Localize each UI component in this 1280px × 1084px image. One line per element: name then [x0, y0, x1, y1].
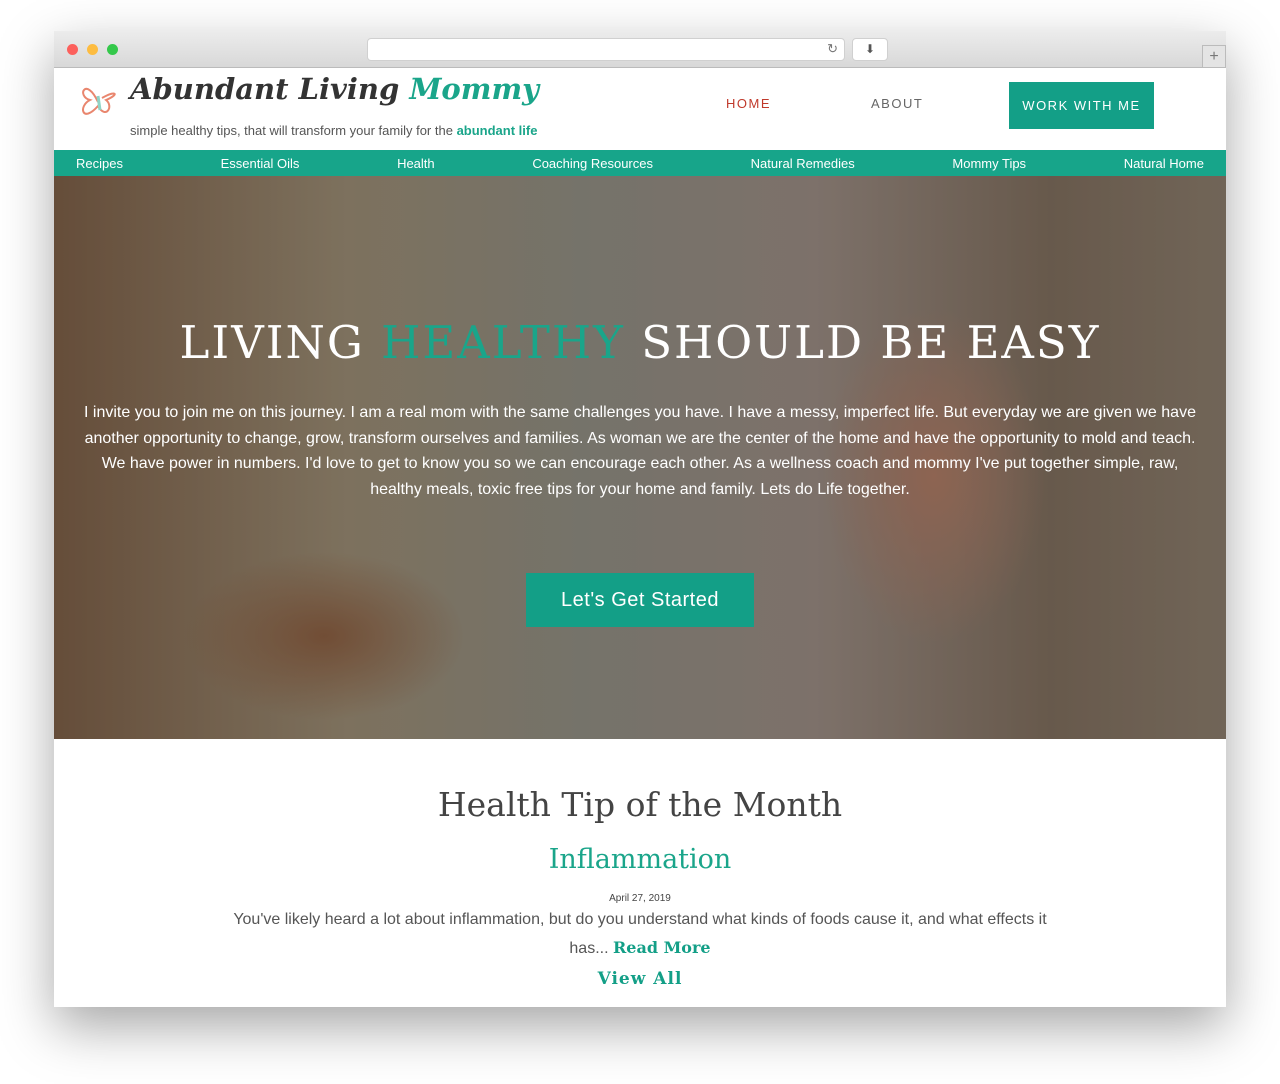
menu-item-natural-remedies[interactable]: Natural Remedies [751, 156, 855, 171]
menu-item-mommy-tips[interactable]: Mommy Tips [952, 156, 1026, 171]
nav-about[interactable]: ABOUT [871, 96, 923, 111]
nav-home[interactable]: HOME [726, 96, 771, 111]
site-logo[interactable]: Abundant Living Mommy [130, 72, 539, 106]
post-date: April 27, 2019 [609, 893, 671, 904]
browser-toolbar: ↻ ⬇ + [54, 31, 1226, 68]
hero-title: LIVING HEALTHY SHOULD BE EASY [54, 316, 1226, 369]
hero-title-part: LIVING [179, 316, 382, 369]
menu-item-health[interactable]: Health [397, 156, 435, 171]
work-with-me-button[interactable]: WORK WITH ME [1009, 82, 1154, 129]
close-window-button[interactable] [67, 44, 78, 55]
tagline-text: simple healthy tips, that will transform… [130, 123, 457, 138]
section-heading: Health Tip of the Month [437, 785, 843, 824]
browser-window: ↻ ⬇ + Abundant Living Mommy simple healt… [54, 31, 1226, 1007]
logo-text-highlight: Mommy [409, 72, 539, 106]
maximize-window-button[interactable] [107, 44, 118, 55]
hero-title-highlight: HEALTHY [381, 316, 625, 369]
view-all-link[interactable]: View All [598, 969, 683, 989]
tagline: simple healthy tips, that will transform… [130, 123, 537, 138]
hero-title-part: SHOULD BE EASY [624, 316, 1101, 369]
minimize-window-button[interactable] [87, 44, 98, 55]
get-started-button[interactable]: Let's Get Started [526, 573, 754, 627]
new-tab-button[interactable]: + [1202, 45, 1226, 68]
post-title[interactable]: Inflammation [54, 844, 1226, 875]
address-bar[interactable]: ↻ [367, 38, 845, 61]
download-icon[interactable]: ⬇ [852, 38, 888, 61]
category-menu: Recipes Essential Oils Health Coaching R… [54, 150, 1226, 176]
hero-section: LIVING HEALTHY SHOULD BE EASY I invite y… [54, 176, 1226, 739]
logo-text: Abundant Living [130, 72, 410, 106]
menu-item-coaching-resources[interactable]: Coaching Resources [532, 156, 653, 171]
butterfly-logo-icon [82, 88, 116, 115]
hero-text: I invite you to join me on this journey.… [84, 404, 1196, 498]
menu-item-natural-home[interactable]: Natural Home [1124, 156, 1204, 171]
site-header: Abundant Living Mommy simple healthy tip… [54, 68, 1226, 150]
health-tip-section: Health Tip of the Month Inflammation Apr… [54, 785, 1226, 989]
menu-item-recipes[interactable]: Recipes [76, 156, 123, 171]
reload-icon[interactable]: ↻ [827, 41, 838, 57]
menu-item-essential-oils[interactable]: Essential Oils [221, 156, 300, 171]
read-more-link[interactable]: Read More [613, 938, 711, 957]
tagline-highlight: abundant life [456, 123, 538, 138]
post-excerpt: You've likely heard a lot about inflamma… [230, 906, 1050, 963]
